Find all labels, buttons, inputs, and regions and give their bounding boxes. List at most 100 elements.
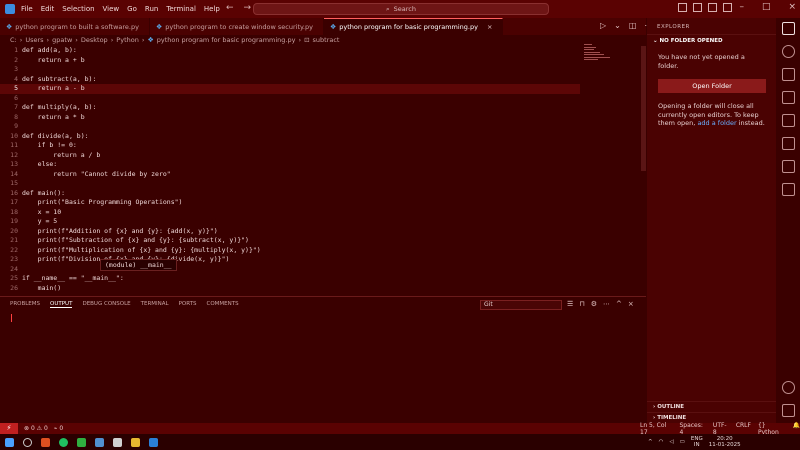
clock[interactable]: 20:20 11-01-2025	[709, 436, 741, 448]
account-icon[interactable]	[781, 381, 795, 394]
add-folder-link[interactable]: add a folder	[697, 119, 736, 127]
minimize-icon[interactable]: –	[739, 2, 744, 12]
run-debug-icon[interactable]	[781, 91, 795, 104]
command-search-box[interactable]: ⌕ Search	[253, 3, 549, 15]
maximize-panel-icon[interactable]: ^	[616, 300, 622, 308]
menu-selection[interactable]: Selection	[62, 5, 94, 13]
close-window-icon[interactable]: ×	[788, 2, 796, 12]
tab-comments[interactable]: COMMENTS	[207, 301, 239, 308]
windows-start-icon[interactable]	[5, 437, 14, 447]
toggle-sidebar-icon[interactable]	[693, 3, 702, 12]
tab-ports[interactable]: PORTS	[179, 301, 197, 308]
remote-explorer-icon[interactable]	[781, 160, 795, 173]
gear-icon[interactable]: ⚙	[591, 300, 597, 308]
spotify-icon[interactable]	[59, 437, 68, 447]
menu-terminal[interactable]: Terminal	[166, 5, 196, 13]
menu-run[interactable]: Run	[145, 5, 158, 13]
output-channel-select[interactable]: Git	[480, 300, 562, 310]
tab-terminal[interactable]: TERMINAL	[141, 301, 169, 308]
brave-browser-icon[interactable]	[41, 437, 50, 447]
code-line[interactable]: 7 def multiply(a, b):	[0, 103, 640, 113]
search-icon[interactable]	[781, 45, 795, 58]
code-line[interactable]: 25 if __name__ == "__main__":	[0, 274, 640, 284]
code-line[interactable]: 8 return a * b	[0, 113, 640, 123]
customize-layout-icon[interactable]	[723, 3, 732, 12]
manage-gear-icon[interactable]	[781, 404, 795, 417]
close-tab-icon[interactable]: ×	[487, 23, 492, 31]
code-line[interactable]: 11 if b != 0:	[0, 141, 640, 151]
breadcrumb-item[interactable]: Python	[116, 36, 139, 44]
code-line[interactable]: 19 y = 5	[0, 217, 640, 227]
more-icon[interactable]: ⋯	[603, 300, 610, 308]
tab-problems[interactable]: PROBLEMS	[10, 301, 40, 308]
whatsapp-icon[interactable]	[77, 437, 86, 447]
tray-chevron-icon[interactable]: ^	[648, 439, 653, 445]
menu-view[interactable]: View	[103, 5, 120, 13]
code-line[interactable]: 24	[0, 265, 640, 275]
code-line[interactable]: 21 print(f"Subtraction of {x} and {y}: {…	[0, 236, 640, 246]
toggle-panel-icon[interactable]	[708, 3, 717, 12]
breadcrumb-item[interactable]: Desktop	[81, 36, 108, 44]
filter-icon[interactable]: ☰	[567, 300, 573, 308]
tab-window-security[interactable]: ❖ python program to create window securi…	[150, 18, 324, 35]
code-line[interactable]: 17 print("Basic Programming Operations")	[0, 198, 640, 208]
breadcrumb-item[interactable]: Users	[25, 36, 43, 44]
back-arrow-icon[interactable]: ←	[226, 3, 234, 13]
code-line[interactable]: 2 return a + b	[0, 56, 640, 66]
source-control-icon[interactable]	[781, 68, 795, 81]
battery-icon[interactable]: ▭	[680, 439, 685, 445]
split-editor-icon[interactable]: ◫	[629, 21, 637, 30]
breadcrumb-item[interactable]: C:	[10, 36, 17, 44]
code-line[interactable]: 5 return a - b	[0, 84, 580, 94]
no-folder-section[interactable]: ⌄ NO FOLDER OPENED	[647, 34, 776, 47]
chat-icon[interactable]	[781, 183, 795, 196]
maximize-icon[interactable]: □	[762, 2, 771, 12]
code-editor[interactable]: 1 def add(a, b): 2 return a + b 3 4 def subtr…	[0, 46, 640, 294]
remote-icon[interactable]: ⚡	[0, 423, 18, 434]
breadcrumb-item[interactable]: python program for basic programming.py	[157, 36, 296, 44]
menu-go[interactable]: Go	[127, 5, 137, 13]
testing-icon[interactable]	[781, 137, 795, 150]
search-icon[interactable]	[23, 437, 32, 447]
lock-icon[interactable]: ⊓	[579, 300, 584, 308]
breadcrumb-item[interactable]: gpatw	[52, 36, 72, 44]
open-folder-button[interactable]: Open Folder	[658, 79, 766, 93]
code-line[interactable]: 10 def divide(a, b):	[0, 132, 640, 142]
app-icon[interactable]	[113, 437, 122, 447]
code-line[interactable]: 12 return a / b	[0, 151, 640, 161]
wifi-icon[interactable]: ◠	[659, 439, 664, 445]
code-line[interactable]: 3	[0, 65, 640, 75]
code-line[interactable]: 13 else:	[0, 160, 640, 170]
outline-section[interactable]: › OUTLINE	[647, 401, 776, 412]
explorer-icon[interactable]	[781, 22, 795, 35]
run-icon[interactable]: ▷	[600, 21, 606, 30]
code-line[interactable]: 16 def main():	[0, 189, 640, 199]
code-line[interactable]: 20 print(f"Addition of {x} and {y}: {add…	[0, 227, 640, 237]
code-line[interactable]: 6	[0, 94, 640, 104]
tab-debug-console[interactable]: DEBUG CONSOLE	[82, 301, 130, 308]
code-line[interactable]: 9	[0, 122, 640, 132]
forward-arrow-icon[interactable]: →	[244, 3, 252, 13]
menu-edit[interactable]: Edit	[41, 5, 55, 13]
tab-software[interactable]: ❖ python program to built a software.py	[0, 18, 150, 35]
code-line[interactable]: 23 print(f"Division of {x} and {y}: {div…	[0, 255, 640, 265]
minimap[interactable]	[584, 44, 614, 74]
editor-scrollbar[interactable]	[641, 46, 646, 171]
menu-help[interactable]: Help	[204, 5, 220, 13]
ports-status[interactable]: ⌁ 0	[54, 425, 63, 432]
errors-status[interactable]: ⊗ 0 ⚠ 0	[24, 425, 48, 432]
code-line[interactable]: 18 x = 10	[0, 208, 640, 218]
code-line[interactable]: 22 print(f"Multiplication of {x} and {y}…	[0, 246, 640, 256]
photos-icon[interactable]	[95, 437, 104, 447]
code-line[interactable]: 1 def add(a, b):	[0, 46, 640, 56]
vscode-taskbar-icon[interactable]	[149, 437, 158, 447]
extensions-icon[interactable]	[781, 114, 795, 127]
layout-icon[interactable]	[678, 3, 687, 12]
code-line[interactable]: 15	[0, 179, 640, 189]
code-line[interactable]: 14 return "Cannot divide by zero"	[0, 170, 640, 180]
code-line[interactable]: 4 def subtract(a, b):	[0, 75, 640, 85]
code-line[interactable]: 26 main()	[0, 284, 640, 294]
file-explorer-icon[interactable]	[131, 437, 140, 447]
language-indicator[interactable]: ENG IN	[691, 436, 703, 448]
menu-file[interactable]: File	[21, 5, 33, 13]
